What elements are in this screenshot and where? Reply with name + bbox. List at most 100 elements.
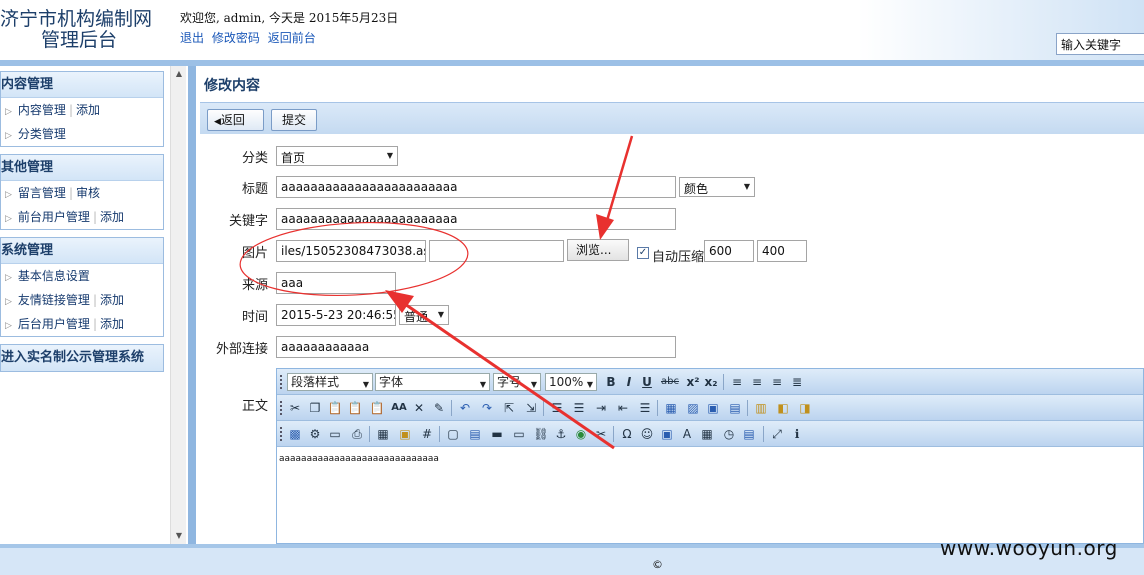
sidebar-item-label[interactable]: 后台用户管理 bbox=[18, 317, 90, 331]
globe-icon[interactable]: ◉ bbox=[573, 426, 589, 442]
time-icon[interactable]: ◷ bbox=[721, 426, 737, 442]
emoticon-icon[interactable]: ☺ bbox=[639, 426, 655, 442]
sidebar-item-label[interactable]: 内容管理 bbox=[18, 103, 66, 117]
page-icon[interactable]: ▥ bbox=[753, 400, 769, 416]
form-icon[interactable]: ▤ bbox=[467, 426, 483, 442]
table-props-icon[interactable]: ▣ bbox=[397, 426, 413, 442]
auto-compress-checkbox[interactable]: ✓ bbox=[637, 247, 649, 259]
cut-icon[interactable]: ✂ bbox=[287, 400, 303, 416]
style-icon[interactable]: ▤ bbox=[727, 400, 743, 416]
template-icon[interactable]: ▣ bbox=[659, 426, 675, 442]
sidebar-item-add[interactable]: 添加 bbox=[100, 317, 124, 331]
keywords-input[interactable]: aaaaaaaaaaaaaaaaaaaaaaaa bbox=[276, 208, 676, 230]
file-input[interactable] bbox=[429, 240, 564, 262]
input-icon[interactable]: ▭ bbox=[511, 426, 527, 442]
menu-group-title[interactable]: 进入实名制公示管理系统 bbox=[1, 345, 163, 371]
undo-icon[interactable]: ↶ bbox=[457, 400, 473, 416]
toolbar-grip[interactable] bbox=[280, 375, 282, 389]
menu-group-title[interactable]: 系统管理 bbox=[1, 238, 163, 264]
image-icon[interactable]: ▩ bbox=[287, 426, 303, 442]
link-icon[interactable]: ⛓ bbox=[533, 426, 549, 442]
sidebar-item-add[interactable]: 添加 bbox=[100, 293, 124, 307]
time-input[interactable]: 2015-5-23 20:46:55 bbox=[276, 304, 396, 326]
back-button[interactable]: ◀返回 bbox=[207, 109, 264, 131]
fullscreen-icon[interactable]: ⤢ bbox=[769, 426, 785, 442]
textarea-icon[interactable]: ▢ bbox=[445, 426, 461, 442]
zoom-select[interactable]: 100% ▼ bbox=[545, 373, 597, 391]
sidebar-item-add[interactable]: 添加 bbox=[100, 210, 124, 224]
horizontal-rule-icon[interactable]: ▬ bbox=[489, 426, 505, 442]
format-icon[interactable]: ▣ bbox=[705, 400, 721, 416]
art-text-icon[interactable]: A bbox=[679, 426, 695, 442]
sidebar-item-label[interactable]: 分类管理 bbox=[18, 127, 66, 141]
outdent-icon[interactable]: ⇤ bbox=[615, 400, 631, 416]
unordered-list-icon[interactable]: ☰ bbox=[571, 400, 587, 416]
toolbar-grip[interactable] bbox=[280, 401, 282, 415]
menu-group-title[interactable]: 内容管理 bbox=[1, 72, 163, 98]
compress-width-input[interactable]: 600 bbox=[704, 240, 754, 262]
image-path-input[interactable]: iles/15052308473038.asp bbox=[276, 240, 426, 262]
paragraph-style-select[interactable]: 段落样式 ▼ bbox=[287, 373, 373, 391]
paragraph-icon[interactable]: ☰ bbox=[637, 400, 653, 416]
indent-icon[interactable]: ⇥ bbox=[593, 400, 609, 416]
font-family-select[interactable]: 字体 ▼ bbox=[375, 373, 490, 391]
external-link-input[interactable]: aaaaaaaaaaaa bbox=[276, 336, 676, 358]
redo-icon[interactable]: ↷ bbox=[479, 400, 495, 416]
ordered-list-icon[interactable]: ☰ bbox=[549, 400, 565, 416]
media-icon[interactable]: ▭ bbox=[327, 426, 343, 442]
table-icon[interactable]: ▦ bbox=[375, 426, 391, 442]
scroll-down-icon[interactable]: ▼ bbox=[171, 530, 187, 542]
time-type-select[interactable]: 普通 ▼ bbox=[399, 305, 449, 325]
sidebar-item-add[interactable]: 添加 bbox=[76, 103, 100, 117]
submit-button[interactable]: 提交 bbox=[271, 109, 317, 131]
layer-icon[interactable]: ◧ bbox=[775, 400, 791, 416]
compress-height-input[interactable]: 400 bbox=[757, 240, 807, 262]
sidebar-item-label[interactable]: 友情链接管理 bbox=[18, 293, 90, 307]
scroll-up-icon[interactable]: ▲ bbox=[171, 68, 187, 80]
text-color-icon[interactable]: ▦ bbox=[663, 400, 679, 416]
editor-content-area[interactable]: aaaaaaaaaaaaaaaaaaaaaaaaaaaaa bbox=[277, 449, 1143, 543]
bold-icon[interactable]: B bbox=[603, 374, 619, 390]
unlink-icon[interactable]: ✂ bbox=[593, 426, 609, 442]
attachment-icon[interactable]: ⎙ bbox=[349, 426, 365, 442]
layers-icon[interactable]: ◨ bbox=[797, 400, 813, 416]
back-to-frontend-link[interactable]: 返回前台 bbox=[268, 31, 316, 45]
align-left-icon[interactable]: ≡ bbox=[729, 374, 745, 390]
toolbar-grip[interactable] bbox=[280, 427, 282, 441]
source-input[interactable]: aaa bbox=[276, 272, 396, 294]
font-size-select[interactable]: 字号 ▼ bbox=[493, 373, 541, 391]
paste-icon[interactable]: 📋 bbox=[327, 400, 343, 416]
select-all-icon[interactable]: ⇲ bbox=[523, 400, 539, 416]
help-icon[interactable]: ℹ bbox=[789, 426, 805, 442]
grid-icon[interactable]: # bbox=[419, 426, 435, 442]
frame-divider[interactable] bbox=[188, 66, 196, 544]
menu-group-title[interactable]: 其他管理 bbox=[1, 155, 163, 181]
search-input[interactable] bbox=[1056, 33, 1144, 55]
bg-color-icon[interactable]: ▨ bbox=[685, 400, 701, 416]
sidebar-item-label[interactable]: 留言管理 bbox=[18, 186, 66, 200]
sidebar-item-label[interactable]: 基本信息设置 bbox=[18, 269, 90, 283]
copy-icon[interactable]: ❐ bbox=[307, 400, 323, 416]
sidebar-scrollbar[interactable]: ▲ ▼ bbox=[170, 66, 186, 544]
special-char-icon[interactable]: Ω bbox=[619, 426, 635, 442]
align-justify-icon[interactable]: ≣ bbox=[789, 374, 805, 390]
subscript-icon[interactable]: x₂ bbox=[703, 374, 719, 390]
underline-icon[interactable]: U bbox=[639, 374, 655, 390]
logout-link[interactable]: 退出 bbox=[180, 31, 204, 45]
align-right-icon[interactable]: ≡ bbox=[769, 374, 785, 390]
paste-text-icon[interactable]: 📋 bbox=[347, 400, 363, 416]
title-input[interactable]: aaaaaaaaaaaaaaaaaaaaaaaa bbox=[276, 176, 676, 198]
strikethrough-icon[interactable]: abc bbox=[659, 374, 681, 390]
sidebar-item-review[interactable]: 审核 bbox=[76, 186, 100, 200]
select-icon[interactable]: ⇱ bbox=[501, 400, 517, 416]
paste-word-icon[interactable]: 📋 bbox=[369, 400, 385, 416]
italic-icon[interactable]: I bbox=[621, 374, 637, 390]
sidebar-item-label[interactable]: 前台用户管理 bbox=[18, 210, 90, 224]
date-icon[interactable]: ▦ bbox=[699, 426, 715, 442]
align-center-icon[interactable]: ≡ bbox=[749, 374, 765, 390]
delete-icon[interactable]: ✕ bbox=[411, 400, 427, 416]
find-replace-icon[interactable]: AA bbox=[391, 400, 407, 416]
marquee-icon[interactable]: ▤ bbox=[741, 426, 757, 442]
color-select[interactable]: 颜色 ▼ bbox=[679, 177, 755, 197]
change-password-link[interactable]: 修改密码 bbox=[212, 31, 260, 45]
